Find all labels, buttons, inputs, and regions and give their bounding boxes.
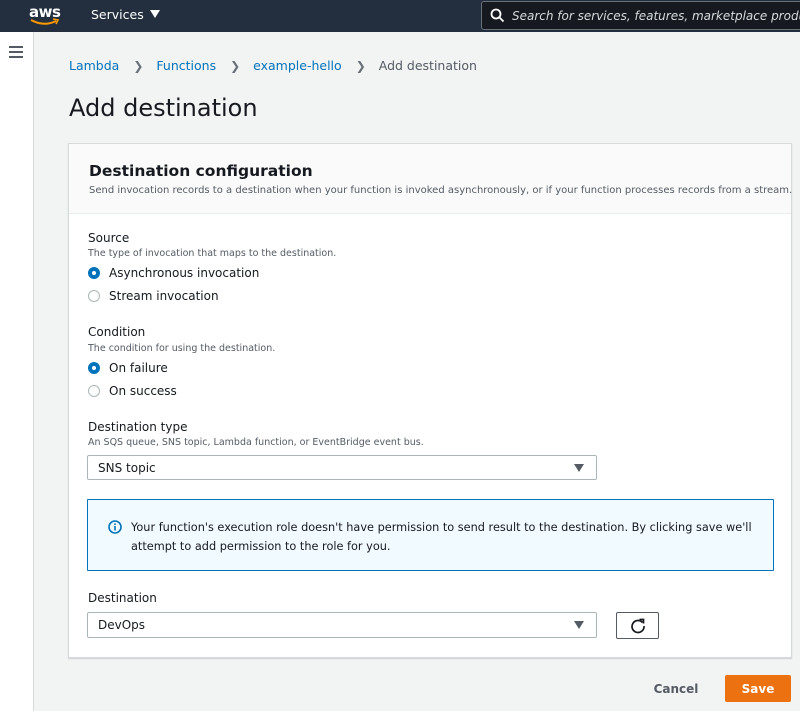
side-navigation-rail xyxy=(0,32,34,711)
radio-selected-icon xyxy=(88,362,100,374)
breadcrumb: Lambda ❯ Functions ❯ example-hello ❯ Add… xyxy=(69,58,477,73)
destination-type-value: SNS topic xyxy=(98,461,156,475)
radio-label: Stream invocation xyxy=(109,289,219,303)
chevron-right-icon: ❯ xyxy=(230,58,241,73)
destination-type-label: Destination type xyxy=(88,420,188,434)
info-message: Your function's execution role doesn't h… xyxy=(131,521,752,553)
destination-value: DevOps xyxy=(98,618,146,632)
radio-on-success[interactable]: On success xyxy=(88,384,177,398)
radio-label: On failure xyxy=(109,361,168,375)
caret-down-icon xyxy=(574,621,584,629)
radio-on-failure[interactable]: On failure xyxy=(88,361,168,375)
source-help: The type of invocation that maps to the … xyxy=(88,248,337,259)
breadcrumb-lambda[interactable]: Lambda xyxy=(69,58,119,73)
refresh-button[interactable] xyxy=(616,612,659,639)
panel-description: Send invocation records to a destination… xyxy=(89,185,793,196)
save-button[interactable]: Save xyxy=(725,675,791,702)
destination-type-select[interactable]: SNS topic xyxy=(87,455,597,480)
info-icon xyxy=(108,520,122,534)
chevron-right-icon: ❯ xyxy=(133,58,144,73)
radio-selected-icon xyxy=(88,267,100,279)
breadcrumb-function-name[interactable]: example-hello xyxy=(253,58,342,73)
caret-down-icon xyxy=(574,464,584,472)
destination-select[interactable]: DevOps xyxy=(87,612,597,638)
search-icon xyxy=(490,8,505,23)
aws-logo[interactable]: aws xyxy=(29,3,63,27)
radio-stream-invocation[interactable]: Stream invocation xyxy=(88,289,219,303)
search-box[interactable] xyxy=(481,1,800,30)
page-title: Add destination xyxy=(69,94,258,122)
services-label: Services xyxy=(91,7,144,22)
radio-unselected-icon xyxy=(88,385,100,397)
radio-unselected-icon xyxy=(88,290,100,302)
destination-configuration-panel: Destination configuration Send invocatio… xyxy=(68,143,792,658)
destination-label: Destination xyxy=(88,591,157,605)
info-alert: Your function's execution role doesn't h… xyxy=(87,499,774,571)
top-navigation-bar: aws Services xyxy=(0,0,800,32)
destination-type-help: An SQS queue, SNS topic, Lambda function… xyxy=(88,437,424,448)
radio-asynchronous-invocation[interactable]: Asynchronous invocation xyxy=(88,266,259,280)
condition-label: Condition xyxy=(88,325,146,339)
panel-header: Destination configuration Send invocatio… xyxy=(69,144,793,214)
source-label: Source xyxy=(88,231,130,245)
condition-help: The condition for using the destination. xyxy=(88,343,276,354)
refresh-icon xyxy=(631,618,645,634)
chevron-right-icon: ❯ xyxy=(355,58,366,73)
breadcrumb-functions[interactable]: Functions xyxy=(156,58,216,73)
panel-title: Destination configuration xyxy=(89,162,313,180)
breadcrumb-current: Add destination xyxy=(378,58,477,73)
caret-down-icon xyxy=(149,10,160,18)
services-menu[interactable]: Services xyxy=(91,7,160,22)
search-input[interactable] xyxy=(512,6,800,26)
aws-smile-icon xyxy=(30,18,60,25)
hamburger-menu-icon[interactable] xyxy=(9,46,23,58)
radio-label: On success xyxy=(109,384,177,398)
cancel-button[interactable]: Cancel xyxy=(648,677,704,701)
radio-label: Asynchronous invocation xyxy=(109,266,260,280)
